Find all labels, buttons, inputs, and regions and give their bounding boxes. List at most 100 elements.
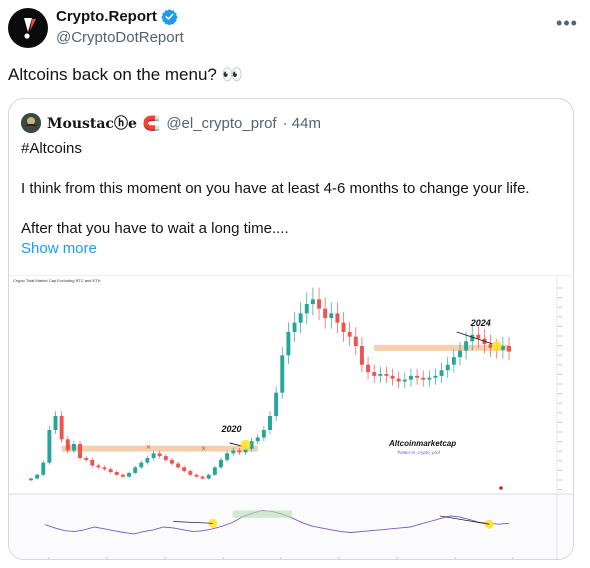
cross-marker: × bbox=[201, 445, 207, 453]
candle-body bbox=[29, 478, 33, 481]
chart-image[interactable]: Crypto Total Market Cap Excluding BTC an… bbox=[9, 275, 573, 559]
candle-body bbox=[145, 458, 150, 463]
candle-body bbox=[396, 378, 401, 382]
candle-body bbox=[329, 313, 334, 318]
author-row: Crypto.Report bbox=[56, 8, 178, 25]
candle-body bbox=[71, 444, 76, 451]
candle-body bbox=[231, 450, 236, 454]
candle-body bbox=[206, 474, 211, 479]
candle-body bbox=[225, 453, 230, 460]
quote-display-name[interactable]: Moustacⓗe bbox=[47, 113, 137, 133]
highlight-circle bbox=[240, 439, 251, 450]
candle-body bbox=[47, 430, 52, 463]
candle-body bbox=[139, 462, 144, 468]
candle-body bbox=[41, 462, 46, 475]
mustache-avatar-icon bbox=[21, 113, 41, 133]
candle-body bbox=[286, 332, 291, 356]
candle-body bbox=[237, 450, 242, 453]
candle-body bbox=[127, 472, 132, 477]
candle-body bbox=[310, 299, 315, 304]
more-options-icon[interactable]: ••• bbox=[556, 12, 578, 34]
candle-body bbox=[476, 334, 481, 339]
watermark-subtitle: Twitter:el_crypto_prof bbox=[397, 450, 441, 455]
watermark-title: Altcoinmarketcap bbox=[388, 439, 456, 448]
candle-body bbox=[212, 467, 217, 475]
candle-body bbox=[133, 467, 138, 473]
annotation-2024: 2024 bbox=[470, 318, 491, 328]
handle[interactable]: @CryptoDotReport bbox=[56, 29, 184, 46]
candle-body bbox=[268, 416, 272, 430]
candle-body bbox=[347, 332, 352, 337]
cross-marker: × bbox=[66, 443, 72, 451]
candle-body bbox=[96, 465, 101, 468]
candle-body bbox=[120, 474, 125, 477]
candle-body bbox=[298, 313, 303, 323]
candle-body bbox=[359, 346, 364, 365]
candle-body bbox=[182, 467, 187, 472]
verified-badge-icon bbox=[161, 9, 178, 25]
candle-body bbox=[470, 334, 475, 342]
annotation-2020: 2020 bbox=[220, 424, 241, 434]
candle-body bbox=[402, 379, 407, 382]
candle-body bbox=[317, 299, 321, 309]
rsi-overbought-fill bbox=[232, 510, 292, 518]
candle-body bbox=[384, 374, 389, 376]
chart-title: Crypto Total Market Cap Excluding BTC an… bbox=[13, 278, 101, 283]
candle-body bbox=[280, 355, 285, 393]
candle-body bbox=[323, 308, 328, 318]
candle-body bbox=[507, 346, 511, 352]
highlight-circle bbox=[491, 341, 502, 351]
candle-body bbox=[261, 430, 266, 438]
quoted-tweet[interactable]: Moustacⓗe 🧲 @el_crypto_prof · 44m #Altco… bbox=[8, 98, 574, 560]
candle-body bbox=[421, 377, 426, 380]
candle-body bbox=[335, 313, 340, 323]
candle-body bbox=[78, 444, 82, 458]
candle-body bbox=[433, 375, 438, 378]
magnet-icon: 🧲 bbox=[142, 114, 161, 131]
candle-body bbox=[464, 341, 469, 351]
quote-author-row: Moustacⓗe 🧲 @el_crypto_prof · 44m bbox=[21, 113, 321, 133]
candle-body bbox=[114, 472, 119, 475]
candle-body bbox=[169, 459, 174, 464]
display-name[interactable]: Crypto.Report bbox=[56, 8, 157, 25]
candle-body bbox=[415, 375, 420, 378]
support-band bbox=[61, 445, 258, 452]
candle-body bbox=[59, 416, 64, 440]
candle-body bbox=[274, 392, 279, 416]
candle-body bbox=[84, 458, 89, 460]
candle-body bbox=[151, 453, 156, 458]
candle-body bbox=[378, 374, 383, 376]
candle-body bbox=[458, 350, 462, 358]
candle-body bbox=[366, 364, 371, 373]
show-more-link[interactable]: Show more bbox=[21, 239, 530, 259]
candle-body bbox=[445, 364, 450, 371]
cross-marker: × bbox=[145, 443, 151, 451]
candle-body bbox=[53, 416, 58, 430]
quote-time[interactable]: · 44m bbox=[283, 115, 321, 132]
candle-body bbox=[163, 456, 168, 460]
quote-text-line: I think from this moment on you have at … bbox=[21, 180, 530, 197]
candle-body bbox=[341, 322, 346, 332]
marker-dot bbox=[499, 486, 503, 490]
quote-text-line: After that you have to wait a long time.… bbox=[21, 220, 289, 237]
candle-body bbox=[157, 453, 162, 457]
candle-body bbox=[292, 322, 297, 332]
avatar[interactable] bbox=[8, 8, 48, 48]
candle-body bbox=[304, 304, 309, 314]
candle-body bbox=[353, 336, 358, 346]
candle-body bbox=[108, 469, 113, 472]
tweet: Crypto.Report @CryptoDotReport ••• Altco… bbox=[0, 0, 590, 568]
candle-body bbox=[102, 467, 107, 470]
candle-body bbox=[188, 471, 193, 475]
quote-hashtag: #Altcoins bbox=[21, 140, 82, 157]
candle-body bbox=[372, 372, 377, 376]
candle-body bbox=[390, 375, 395, 379]
candle-body bbox=[90, 459, 95, 466]
altcoin-marketcap-chart: Crypto Total Market Cap Excluding BTC an… bbox=[9, 276, 573, 559]
quote-handle[interactable]: @el_crypto_prof bbox=[166, 115, 276, 132]
tweet-text: Altcoins back on the menu? 👀 bbox=[8, 65, 243, 84]
candle-body bbox=[255, 437, 260, 442]
quote-avatar[interactable] bbox=[21, 113, 41, 133]
candle-body bbox=[427, 377, 432, 380]
candle-body bbox=[200, 476, 205, 479]
